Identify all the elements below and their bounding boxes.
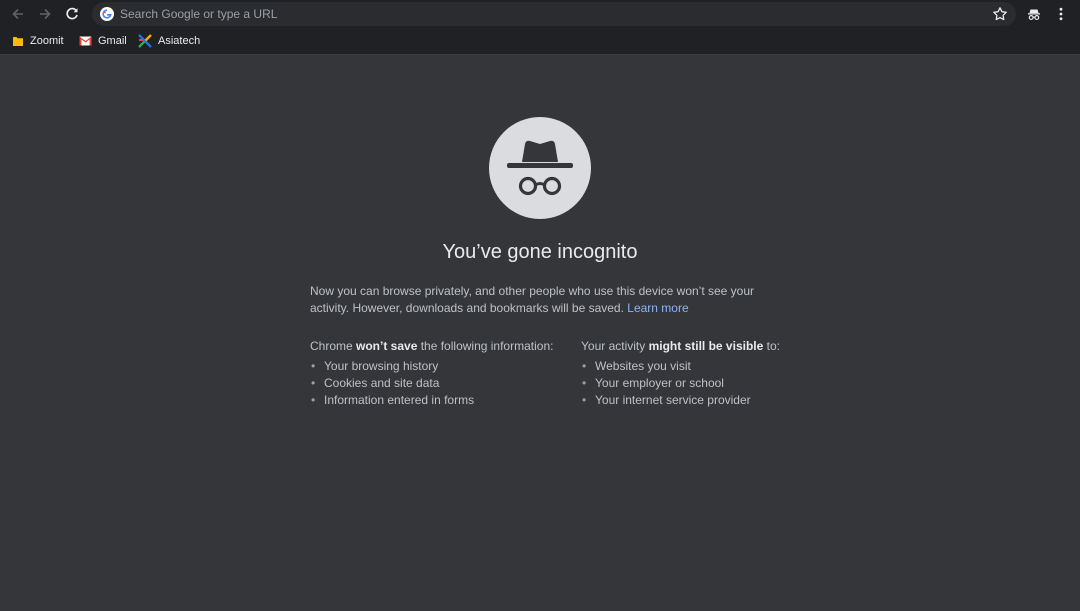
- list-item: Websites you visit: [581, 358, 821, 375]
- arrow-left-icon: [12, 8, 23, 20]
- address-bar-placeholder: Search Google or type a URL: [120, 7, 278, 21]
- bookmark-asiatech[interactable]: Asiatech: [138, 33, 200, 49]
- bookmark-label: Zoomit: [30, 35, 64, 47]
- address-bar[interactable]: Search Google or type a URL: [92, 2, 1016, 26]
- google-g-icon: [100, 7, 114, 21]
- still-visible-heading: Your activity might still be visible to:: [581, 338, 821, 355]
- bookmark-label: Gmail: [98, 35, 127, 47]
- incognito-hero-circle: [489, 117, 591, 219]
- incognito-indicator-button[interactable]: [1025, 5, 1043, 23]
- bookmark-zoomit[interactable]: Zoomit: [12, 33, 64, 49]
- bookmark-label: Asiatech: [158, 35, 201, 47]
- star-icon[interactable]: [992, 6, 1008, 22]
- bookmarks-bar: Zoomit Gmail Asiatech: [0, 28, 1080, 55]
- heading-prefix: Chrome: [310, 339, 357, 353]
- incognito-icon: [1028, 9, 1040, 21]
- back-button[interactable]: [8, 4, 28, 24]
- heading-emphasis: won’t save: [356, 339, 418, 353]
- incognito-hero-icon: [507, 140, 573, 196]
- heading-emphasis: might still be visible: [648, 339, 764, 353]
- bookmark-gmail[interactable]: Gmail: [79, 33, 127, 49]
- intro-paragraph: Now you can browse privately, and other …: [310, 283, 770, 317]
- forward-button[interactable]: [35, 4, 55, 24]
- browser-toolbar: Search Google or type a URL: [0, 0, 1080, 28]
- heading-suffix: the following information:: [417, 339, 554, 353]
- still-visible-list: Websites you visit Your employer or scho…: [581, 358, 821, 409]
- wont-save-section: Chrome won’t save the following informat…: [310, 338, 554, 409]
- wont-save-heading: Chrome won’t save the following informat…: [310, 338, 554, 355]
- incognito-page: You’ve gone incognito Now you can browse…: [0, 56, 1080, 611]
- list-item: Your employer or school: [581, 375, 821, 392]
- learn-more-link[interactable]: Learn more: [627, 301, 688, 315]
- page-title: You’ve gone incognito: [442, 241, 638, 263]
- menu-button[interactable]: [1052, 5, 1070, 23]
- reload-button[interactable]: [62, 4, 82, 24]
- still-visible-section: Your activity might still be visible to:…: [581, 338, 821, 409]
- kebab-menu-icon: [1059, 7, 1063, 21]
- list-item: Your browsing history: [310, 358, 550, 375]
- list-item: Information entered in forms: [310, 392, 550, 409]
- gmail-icon: [79, 36, 92, 46]
- folder-icon: [13, 37, 23, 46]
- heading-suffix: to:: [763, 339, 780, 353]
- list-item: Cookies and site data: [310, 375, 550, 392]
- list-item: Your internet service provider: [581, 392, 821, 409]
- asiatech-icon: [138, 34, 152, 48]
- arrow-right-icon: [40, 8, 51, 20]
- heading-prefix: Your activity: [581, 339, 649, 353]
- wont-save-list: Your browsing history Cookies and site d…: [310, 358, 550, 409]
- reload-icon: [66, 7, 78, 20]
